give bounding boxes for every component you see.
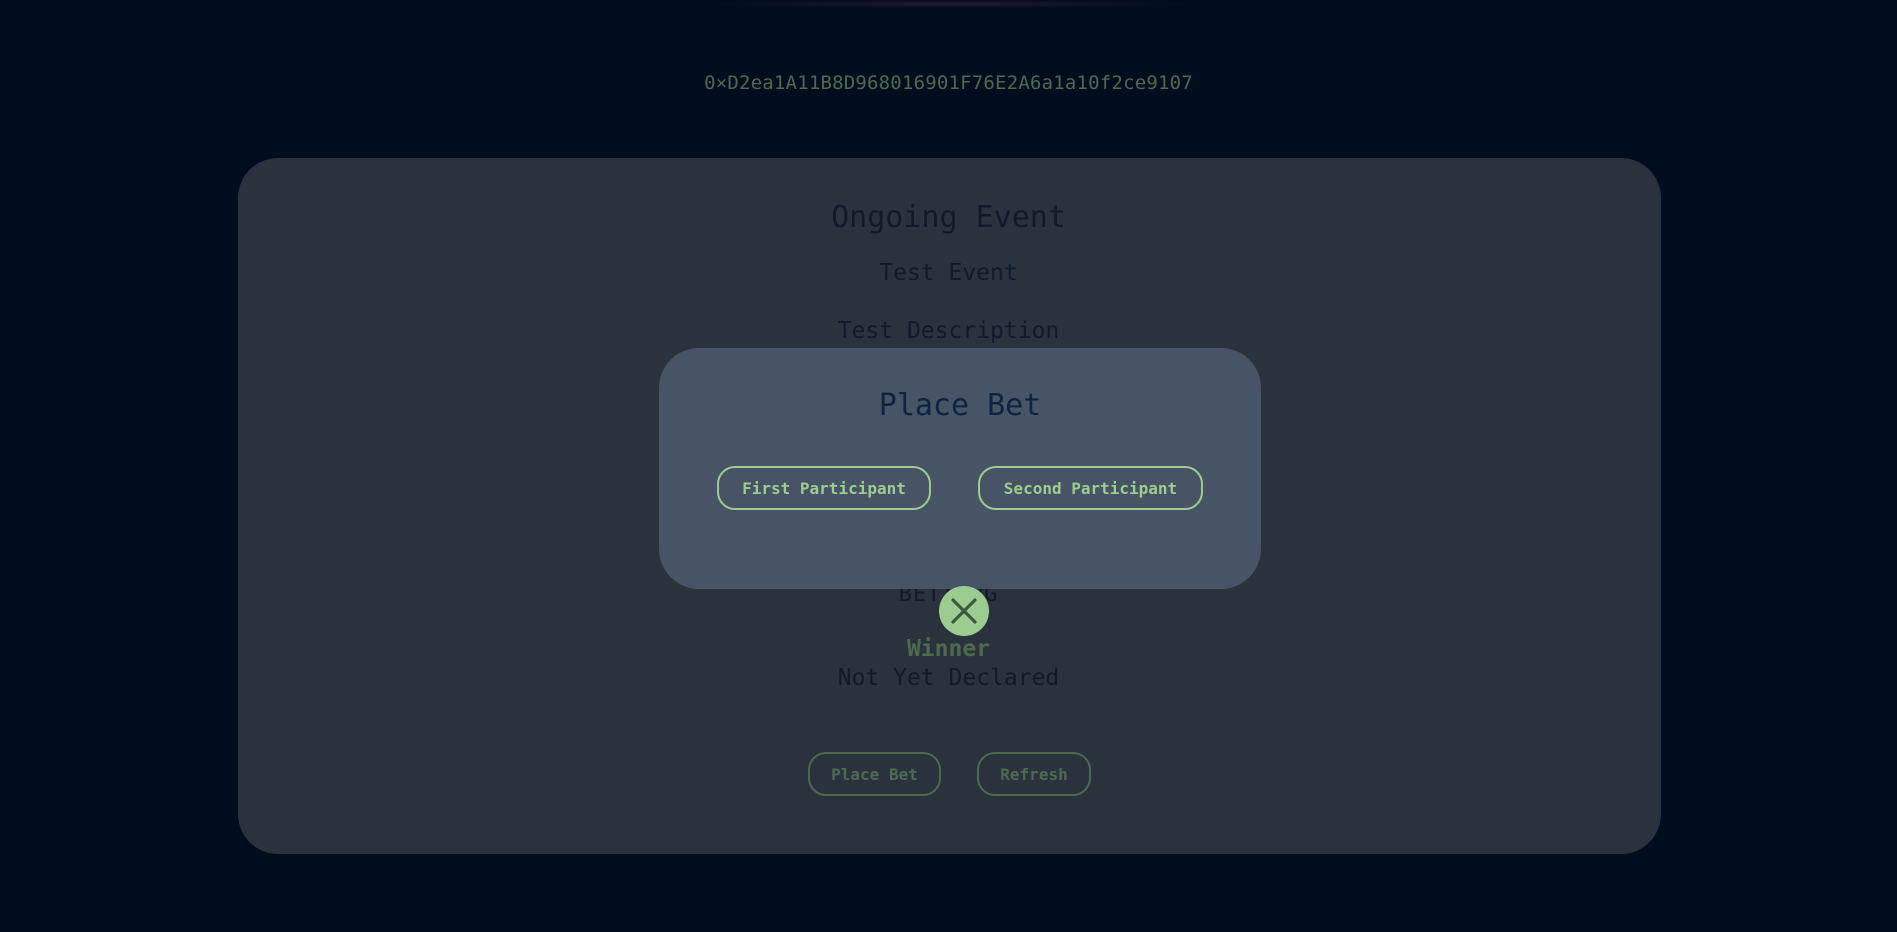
refresh-button[interactable]: Refresh: [977, 752, 1091, 796]
winner-label: Winner: [906, 636, 991, 662]
event-name: Test Event: [879, 260, 1018, 286]
winner-value: Not Yet Declared: [837, 665, 1060, 691]
modal-close-button[interactable]: [939, 586, 989, 636]
modal-title: Place Bet: [878, 388, 1042, 423]
top-glow: [700, 0, 1200, 8]
event-description: Test Description: [837, 318, 1060, 344]
close-icon: [951, 598, 977, 624]
second-participant-button[interactable]: Second Participant: [978, 466, 1203, 510]
place-bet-button[interactable]: Place Bet: [808, 752, 941, 796]
page: 0×D2ea1A11B8D968016901F76E2A6a1a10f2ce91…: [0, 0, 1897, 932]
first-participant-button[interactable]: First Participant: [717, 466, 931, 510]
wallet-address: 0×D2ea1A11B8D968016901F76E2A6a1a10f2ce91…: [704, 72, 1193, 94]
event-card-title: Ongoing Event: [831, 200, 1066, 235]
